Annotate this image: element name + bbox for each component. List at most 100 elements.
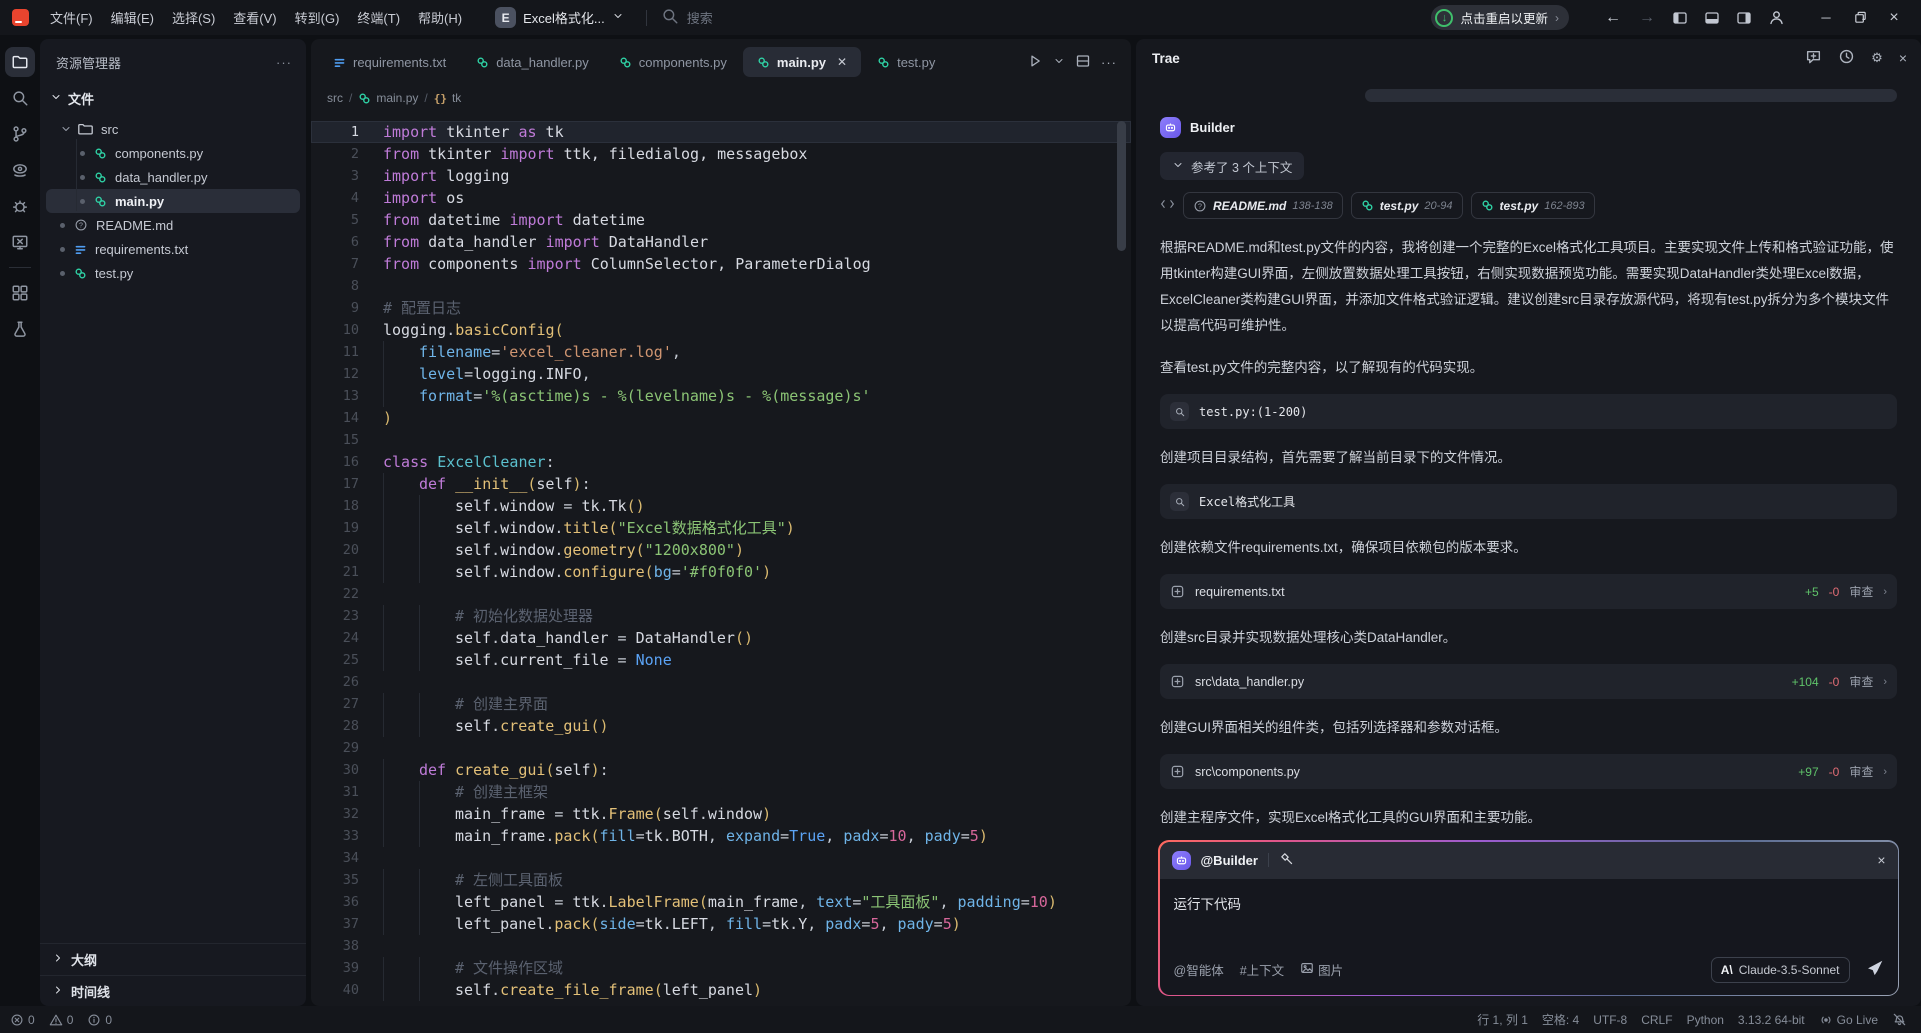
window-close-button[interactable]: × — [1877, 3, 1911, 33]
breadcrumb-item[interactable]: main.py — [358, 91, 418, 105]
image-attach-button[interactable]: 图片 — [1300, 960, 1343, 979]
file-item-data_handler.py[interactable]: data_handler.py — [46, 165, 300, 189]
explorer-more-button[interactable]: ··· — [276, 55, 292, 70]
restart-update-button[interactable]: ↓ 点击重启以更新 › — [1431, 5, 1569, 30]
code-line-10[interactable]: 10 logging.basicConfig( — [311, 319, 1131, 341]
context-chip-test.py[interactable]: test.py 20-94 — [1351, 192, 1463, 219]
chat-history-button[interactable] — [1838, 48, 1855, 68]
activity-test-flask-button[interactable] — [5, 314, 35, 344]
review-link[interactable]: 审查 — [1849, 763, 1873, 780]
code-line-26[interactable]: 26 — [311, 671, 1131, 693]
tab-components.py[interactable]: components.py — [605, 47, 741, 77]
menu-编辑E[interactable]: 编辑(E) — [102, 4, 163, 31]
activity-search-button[interactable] — [5, 83, 35, 113]
tab-requirements.txt[interactable]: requirements.txt — [319, 47, 460, 77]
file-change-card[interactable]: src\components.py +97 -0 审查 › — [1160, 754, 1897, 789]
file-change-card[interactable]: requirements.txt +5 -0 审查 › — [1160, 574, 1897, 609]
code-line-3[interactable]: 3 import logging — [311, 165, 1131, 187]
context-chip-test.py[interactable]: test.py 162-893 — [1471, 192, 1595, 219]
file-item-main.py[interactable]: main.py — [46, 189, 300, 213]
status-item[interactable]: UTF-8 — [1593, 1013, 1627, 1027]
code-editor[interactable]: 1 import tkinter as tk 2 from tkinter im… — [311, 111, 1131, 1006]
code-line-33[interactable]: 33 main_frame.pack(fill=tk.BOTH, expand=… — [311, 825, 1131, 847]
tab-data_handler.py[interactable]: data_handler.py — [462, 47, 603, 77]
menu-查看V[interactable]: 查看(V) — [224, 4, 285, 31]
code-line-20[interactable]: 20 self.window.geometry("1200x800") — [311, 539, 1131, 561]
window-restore-button[interactable] — [1843, 3, 1877, 33]
go-live-button[interactable]: Go Live — [1819, 1013, 1878, 1027]
code-line-25[interactable]: 25 self.current_file = None — [311, 649, 1131, 671]
context-toggle[interactable]: 参考了 3 个上下文 — [1160, 152, 1304, 180]
activity-explorer-button[interactable] — [5, 47, 35, 77]
review-link[interactable]: 审查 — [1849, 583, 1873, 600]
code-line-19[interactable]: 19 self.window.title("Excel数据格式化工具") — [311, 517, 1131, 539]
outline-section[interactable]: 大纲 — [40, 944, 306, 975]
account-icon[interactable] — [1763, 5, 1789, 31]
model-selector[interactable]: A\ Claude-3.5-Sonnet — [1711, 957, 1850, 983]
file-item-requirements.txt[interactable]: requirements.txt — [46, 237, 300, 261]
code-line-16[interactable]: 16 class ExcelCleaner: — [311, 451, 1131, 473]
files-section-header[interactable]: 文件 — [40, 82, 306, 115]
file-item-README.md[interactable]: ? README.md — [46, 213, 300, 237]
code-line-32[interactable]: 32 main_frame = ttk.Frame(self.window) — [311, 803, 1131, 825]
activity-debug-button[interactable] — [5, 191, 35, 221]
code-line-5[interactable]: 5 from datetime import datetime — [311, 209, 1131, 231]
code-line-29[interactable]: 29 — [311, 737, 1131, 759]
window-minimize-button[interactable]: ─ — [1809, 3, 1843, 33]
search-step-card[interactable]: Excel格式化工具 — [1160, 484, 1897, 519]
code-line-22[interactable]: 22 — [311, 583, 1131, 605]
menu-帮助H[interactable]: 帮助(H) — [409, 4, 471, 31]
nav-forward-button[interactable]: → — [1633, 9, 1661, 27]
context-chip-README.md[interactable]: ? README.md 138-138 — [1183, 192, 1343, 219]
menu-文件F[interactable]: 文件(F) — [41, 4, 102, 31]
code-line-12[interactable]: 12 level=logging.INFO, — [311, 363, 1131, 385]
tab-test.py[interactable]: test.py — [863, 47, 949, 77]
code-line-6[interactable]: 6 from data_handler import DataHandler — [311, 231, 1131, 253]
toggle-left-sidebar-button[interactable] — [1667, 5, 1693, 31]
global-search[interactable]: 搜索 — [661, 7, 713, 28]
code-line-28[interactable]: 28 self.create_gui() — [311, 715, 1131, 737]
status-item[interactable]: Python — [1687, 1013, 1724, 1027]
status-item[interactable]: 3.13.2 64-bit — [1738, 1013, 1805, 1027]
toggle-bottom-panel-button[interactable] — [1699, 5, 1725, 31]
editor-more-button[interactable]: ··· — [1101, 55, 1117, 70]
breadcrumb-item[interactable]: src — [327, 91, 343, 105]
tab-close-icon[interactable]: ✕ — [837, 55, 847, 69]
notifications-muted-button[interactable] — [1892, 1012, 1907, 1027]
file-item-test.py[interactable]: test.py — [46, 261, 300, 285]
code-line-18[interactable]: 18 self.window = tk.Tk() — [311, 495, 1131, 517]
review-link[interactable]: 审查 — [1849, 673, 1873, 690]
code-line-4[interactable]: 4 import os — [311, 187, 1131, 209]
chat-conversation[interactable]: Builder 参考了 3 个上下文 ? README.md 138-138 t… — [1136, 77, 1921, 1006]
code-line-31[interactable]: 31 # 创建主框架 — [311, 781, 1131, 803]
activity-screen-x-button[interactable] — [5, 227, 35, 257]
status-item[interactable]: 行 1, 列 1 — [1477, 1011, 1528, 1028]
new-chat-button[interactable] — [1805, 48, 1822, 68]
chat-settings-button[interactable]: ⚙ — [1871, 50, 1883, 66]
tab-main.py[interactable]: main.py ✕ — [743, 47, 861, 77]
menu-选择S[interactable]: 选择(S) — [163, 4, 224, 31]
menu-转到G[interactable]: 转到(G) — [286, 4, 349, 31]
status-info[interactable]: 0 — [87, 1013, 112, 1027]
code-line-39[interactable]: 39 # 文件操作区域 — [311, 957, 1131, 979]
split-editor-button[interactable] — [1075, 53, 1091, 72]
code-line-40[interactable]: 40 self.create_file_frame(left_panel) — [311, 979, 1131, 1001]
activity-source-control-button[interactable] — [5, 119, 35, 149]
code-line-34[interactable]: 34 — [311, 847, 1131, 869]
agent-attach-button[interactable]: @智能体 — [1174, 960, 1224, 979]
code-line-35[interactable]: 35 # 左侧工具面板 — [311, 869, 1131, 891]
search-step-card[interactable]: test.py:(1-200) — [1160, 394, 1897, 429]
run-dropdown-chevron-icon[interactable] — [1053, 55, 1065, 70]
activity-remote-eye-button[interactable] — [5, 155, 35, 185]
status-error[interactable]: 0 — [10, 1013, 35, 1027]
breadcrumb-item[interactable]: {}tk — [434, 91, 462, 105]
code-line-13[interactable]: 13 format='%(asctime)s - %(levelname)s -… — [311, 385, 1131, 407]
editor-scrollbar[interactable] — [1117, 121, 1126, 251]
toggle-right-sidebar-button[interactable] — [1731, 5, 1757, 31]
code-line-23[interactable]: 23 # 初始化数据处理器 — [311, 605, 1131, 627]
code-line-9[interactable]: 9 # 配置日志 — [311, 297, 1131, 319]
code-line-7[interactable]: 7 from components import ColumnSelector,… — [311, 253, 1131, 275]
chat-input-text[interactable]: 运行下代码 — [1160, 879, 1898, 957]
file-change-card[interactable]: src\data_handler.py +104 -0 审查 › — [1160, 664, 1897, 699]
input-close-button[interactable]: × — [1877, 852, 1885, 868]
